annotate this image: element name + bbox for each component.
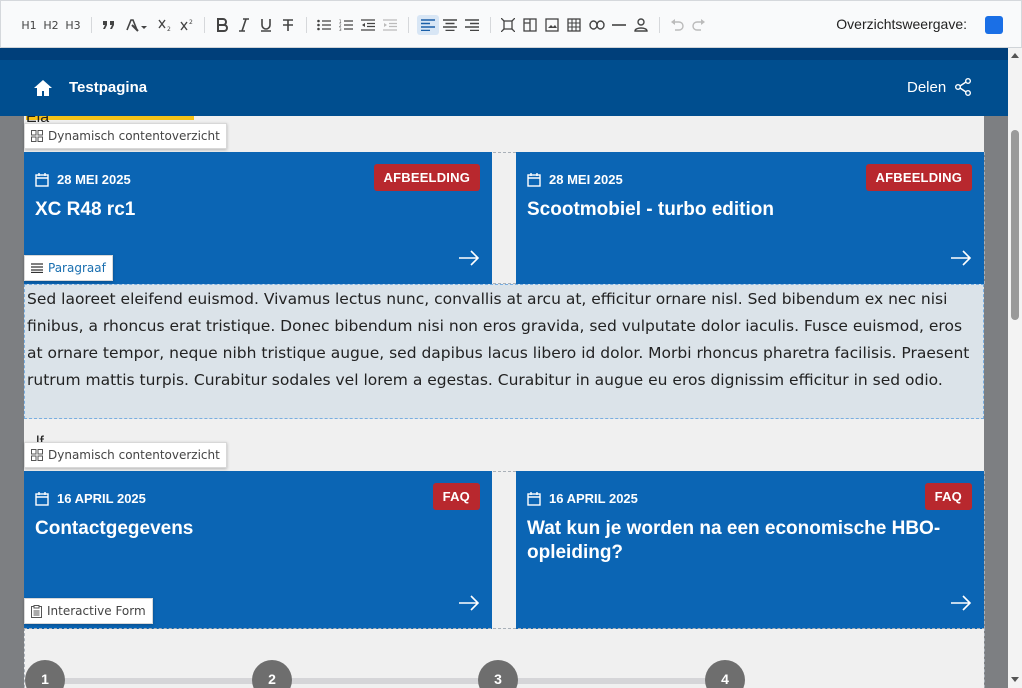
toolbar-divider	[204, 17, 205, 33]
share-icon	[955, 78, 972, 96]
grid-icon	[31, 449, 43, 461]
share-button[interactable]: Delen	[907, 78, 972, 96]
horizontal-rule-icon[interactable]	[611, 15, 627, 35]
canvas-gutter-right	[984, 116, 1008, 688]
dynamic-overview-tag[interactable]: Dynamisch contentoverzicht	[24, 123, 227, 149]
undo-icon[interactable]	[668, 15, 686, 35]
bold-icon[interactable]	[213, 15, 231, 35]
card-date: 28 MEI 2025	[35, 172, 131, 187]
clipboard-icon	[31, 604, 42, 618]
outdent-icon[interactable]	[359, 15, 377, 35]
toolbar-divider	[408, 17, 409, 33]
content-card[interactable]: 28 MEI 2025 AFBEELDING Scootmobiel - tur…	[516, 152, 984, 284]
content-type-badge: AFBEELDING	[373, 164, 480, 191]
editor-toolbar: H1 H2 H3 2 2 123 Overzichtsweergave:	[0, 0, 1022, 48]
home-icon[interactable]	[33, 78, 53, 98]
toolbar-divider	[91, 17, 92, 33]
site-title[interactable]: Testpagina	[69, 79, 147, 96]
header-topband	[0, 48, 1008, 60]
heading-1-button[interactable]: H1	[19, 15, 39, 35]
card-date: 28 MEI 2025	[527, 172, 623, 187]
align-right-icon[interactable]	[463, 15, 481, 35]
lines-icon	[31, 263, 43, 273]
image-icon[interactable]	[543, 15, 561, 35]
content-card[interactable]: 16 APRIL 2025 FAQ Wat kun je worden na e…	[516, 471, 984, 629]
stepper-track	[44, 678, 724, 684]
site-header	[0, 60, 1008, 116]
calendar-icon	[35, 172, 49, 187]
scroll-down-icon[interactable]	[1010, 676, 1020, 684]
card-title: Wat kun je worden na een economische HBO…	[527, 518, 941, 563]
redo-icon[interactable]	[690, 15, 708, 35]
section-heading-fragment: lf	[26, 432, 66, 442]
heading-3-button[interactable]: H3	[63, 15, 83, 35]
table-icon[interactable]	[565, 15, 583, 35]
person-icon[interactable]	[632, 15, 650, 35]
calendar-icon	[35, 491, 49, 506]
overview-label: Overzichtsweergave:	[836, 16, 967, 32]
card-title: Scootmobiel - turbo edition	[527, 199, 774, 220]
svg-text:2: 2	[189, 19, 193, 26]
dynamic-overview-tag[interactable]: Dynamisch contentoverzicht	[24, 442, 227, 468]
subscript-icon[interactable]: 2	[156, 15, 174, 35]
paragraph-block[interactable]: Sed laoreet eleifend euismod. Vivamus le…	[24, 284, 984, 419]
align-center-icon[interactable]	[441, 15, 459, 35]
blockquote-icon[interactable]	[100, 15, 118, 35]
calendar-icon	[527, 491, 541, 506]
interactive-form-tag[interactable]: Interactive Form	[24, 598, 153, 624]
link-icon[interactable]	[587, 15, 607, 35]
content-type-badge: AFBEELDING	[865, 164, 972, 191]
overview-toggle[interactable]	[985, 16, 1003, 34]
card-title: Contactgegevens	[35, 518, 194, 539]
indent-icon[interactable]	[381, 15, 399, 35]
align-left-icon[interactable]	[417, 15, 439, 35]
superscript-icon[interactable]: 2	[178, 15, 196, 35]
grid-icon	[31, 130, 43, 142]
calendar-icon	[527, 172, 541, 187]
arrow-right-icon	[459, 250, 480, 266]
paragraph-tag[interactable]: Paragraaf	[24, 255, 113, 281]
card-title: XC R48 rc1	[35, 199, 136, 220]
toolbar-divider	[659, 17, 660, 33]
numbered-list-icon[interactable]: 123	[337, 15, 355, 35]
card-date: 16 APRIL 2025	[35, 491, 146, 506]
scroll-up-icon[interactable]	[1010, 51, 1020, 59]
embed-block-icon[interactable]	[499, 15, 517, 35]
arrow-right-icon	[951, 250, 972, 266]
underline-icon[interactable]	[257, 15, 275, 35]
card-date: 16 APRIL 2025	[527, 491, 638, 506]
content-type-badge: FAQ	[432, 483, 480, 510]
arrow-right-icon	[459, 595, 480, 611]
heading-2-button[interactable]: H2	[41, 15, 61, 35]
canvas-gutter-left	[0, 116, 24, 688]
text-color-icon[interactable]	[124, 15, 148, 35]
scrollbar-thumb[interactable]	[1011, 130, 1019, 320]
svg-text:3: 3	[339, 27, 342, 31]
content-type-badge: FAQ	[924, 483, 972, 510]
share-label: Delen	[907, 78, 947, 96]
toolbar-divider	[306, 17, 307, 33]
italic-icon[interactable]	[235, 15, 253, 35]
columns-icon[interactable]	[521, 15, 539, 35]
toolbar-divider	[490, 17, 491, 33]
bullet-list-icon[interactable]	[315, 15, 333, 35]
svg-text:2: 2	[167, 26, 171, 32]
strikethrough-icon[interactable]	[279, 15, 297, 35]
arrow-right-icon	[951, 595, 972, 611]
